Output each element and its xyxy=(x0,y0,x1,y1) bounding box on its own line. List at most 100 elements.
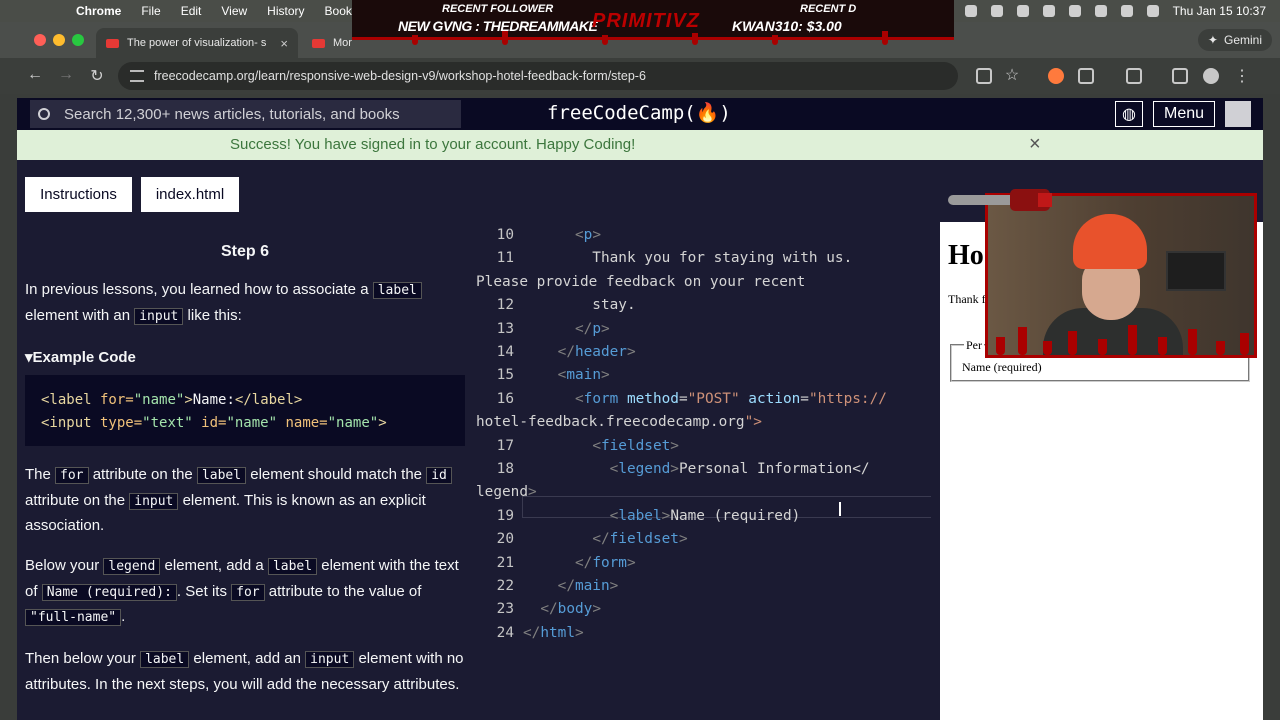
code-line[interactable]: </header> xyxy=(523,344,636,360)
sparkle-icon: ✦ xyxy=(1207,33,1218,47)
extensions-puzzle-icon[interactable] xyxy=(1078,68,1094,84)
inline-code: input xyxy=(129,492,179,510)
menu-clock[interactable]: Thu Jan 15 10:37 xyxy=(1173,4,1266,18)
line-number: 15 xyxy=(496,367,514,384)
code-line[interactable]: </main> xyxy=(523,578,619,594)
code-line[interactable]: </form> xyxy=(523,555,636,571)
inline-code: label xyxy=(196,467,247,484)
code-token: Name: xyxy=(192,392,235,408)
code-line[interactable]: </body> xyxy=(523,601,601,617)
menu-edit[interactable]: Edit xyxy=(181,4,202,18)
status-pause-icon[interactable] xyxy=(1016,5,1029,17)
sidebar-icon[interactable] xyxy=(1126,68,1142,84)
inline-code: legend xyxy=(103,558,161,575)
inline-code: "full-name" xyxy=(25,609,122,626)
wifi-icon[interactable] xyxy=(1068,5,1081,17)
forward-arrow-icon[interactable]: → xyxy=(56,66,76,84)
reading-list-icon[interactable] xyxy=(1172,68,1188,84)
reload-icon[interactable]: ↻ xyxy=(87,66,107,86)
text-run: . Set its xyxy=(176,582,227,600)
preview-label: Name (required) xyxy=(962,360,1042,374)
text-run: Then below your xyxy=(25,650,136,667)
recent-follower-label: RECENT FOLLOWER xyxy=(442,3,554,15)
menu-file[interactable]: File xyxy=(141,4,160,18)
minimize-window-icon[interactable] xyxy=(53,34,65,46)
code-line[interactable]: <form method="POST" action="https:// xyxy=(523,391,887,407)
code-line[interactable]: legend> xyxy=(476,484,537,500)
line-number: 24 xyxy=(496,624,514,641)
status-account-icon[interactable] xyxy=(990,5,1003,17)
status-media-icon[interactable] xyxy=(964,5,977,17)
code-line[interactable]: <fieldset> xyxy=(523,438,679,454)
instructions-paragraph: Below your legend element, add a label e… xyxy=(25,554,467,631)
tab-title: Morning q xyxy=(333,37,352,49)
preview-legend: Per xyxy=(964,338,984,353)
control-center-icon[interactable] xyxy=(1120,5,1133,17)
line-number: 23 xyxy=(496,601,514,618)
instructions-paragraph: Then below your label element, add an in… xyxy=(25,647,467,697)
inline-code: label xyxy=(372,282,422,299)
code-line[interactable]: </fieldset> xyxy=(523,531,687,547)
extension-icon[interactable] xyxy=(1048,68,1064,84)
tab-index-html[interactable]: index.html xyxy=(141,177,239,212)
text-run: element should match the xyxy=(250,466,423,483)
menu-button[interactable]: Menu xyxy=(1153,101,1215,127)
line-number: 21 xyxy=(496,554,514,571)
code-token: id= xyxy=(192,415,227,431)
back-arrow-icon[interactable]: ← xyxy=(25,66,45,84)
inline-code: input xyxy=(134,307,184,325)
language-globe-icon[interactable]: ◍ xyxy=(1115,101,1143,127)
code-line[interactable]: stay. xyxy=(523,297,635,313)
bookmark-star-icon[interactable]: ☆ xyxy=(1002,65,1022,85)
spotlight-search-icon[interactable] xyxy=(1094,5,1107,17)
close-tab-icon[interactable]: × xyxy=(280,36,288,51)
user-avatar[interactable] xyxy=(1225,101,1251,127)
address-bar[interactable]: freecodecamp.org/learn/responsive-web-de… xyxy=(118,62,958,90)
inline-code: label xyxy=(267,558,318,575)
example-code-toggle[interactable]: ▾Example Code xyxy=(25,346,136,371)
code-line[interactable]: </html> xyxy=(523,625,584,641)
code-line[interactable]: <legend>Personal Information</ xyxy=(523,461,870,477)
close-window-icon[interactable] xyxy=(34,34,46,46)
code-line[interactable]: </p> xyxy=(523,321,610,337)
search-placeholder: Search 12,300+ news articles, tutorials,… xyxy=(64,105,400,123)
example-code-block: <label for="name">Name:</label> <input t… xyxy=(25,375,465,446)
line-number: 11 xyxy=(496,250,514,267)
code-token: </label> xyxy=(234,392,303,408)
menu-view[interactable]: View xyxy=(221,4,247,18)
code-line[interactable]: <label>Name (required) xyxy=(523,508,801,524)
menu-history[interactable]: History xyxy=(267,4,304,18)
text-run: attribute on the xyxy=(92,466,193,483)
url-text: freecodecamp.org/learn/responsive-web-de… xyxy=(154,69,646,83)
code-editor[interactable]: 10 <p> 11 Thank you for staying with us. P… xyxy=(476,222,940,718)
zoom-window-icon[interactable] xyxy=(72,34,84,46)
inline-code: label xyxy=(140,651,190,668)
code-token: for= xyxy=(91,392,134,408)
browser-tab-active[interactable]: The power of visualization- s × xyxy=(96,28,298,58)
status-battery-icon[interactable] xyxy=(1042,5,1055,17)
search-input[interactable]: Search 12,300+ news articles, tutorials,… xyxy=(30,100,461,128)
gemini-button[interactable]: ✦ Gemini xyxy=(1197,29,1272,51)
menu-app-name[interactable]: Chrome xyxy=(76,4,121,18)
kebab-menu-icon[interactable]: ⋮ xyxy=(1232,66,1252,86)
code-line[interactable]: Thank you for staying with us. xyxy=(523,250,852,266)
site-info-icon[interactable] xyxy=(130,70,144,82)
code-token: "name" xyxy=(327,415,379,431)
siri-icon[interactable] xyxy=(1146,5,1159,17)
fcc-navbar: Search 12,300+ news articles, tutorials,… xyxy=(17,98,1263,130)
profile-avatar-icon[interactable] xyxy=(1203,68,1219,84)
code-line[interactable]: <main> xyxy=(523,367,610,383)
code-line[interactable]: Please provide feedback on your recent xyxy=(476,274,805,290)
stream-brand-logo: PRIMITIVZ xyxy=(592,10,700,32)
editor-scrollbar[interactable] xyxy=(931,222,940,718)
success-flash-banner: Success! You have signed in to your acco… xyxy=(17,130,1263,160)
close-icon[interactable]: × xyxy=(1029,133,1041,156)
code-line[interactable]: <p> xyxy=(523,227,601,243)
tab-title: The power of visualization- s xyxy=(127,37,267,49)
fcc-logo[interactable]: freeCodeCamp(🔥) xyxy=(547,101,731,124)
tab-instructions[interactable]: Instructions xyxy=(25,177,132,212)
code-line[interactable]: hotel-feedback.freecodecamp.org"> xyxy=(476,414,762,430)
install-app-icon[interactable] xyxy=(976,68,992,84)
browser-toolbar: ← → ↻ freecodecamp.org/learn/responsive-… xyxy=(0,58,1280,94)
code-token: <input xyxy=(41,415,92,431)
